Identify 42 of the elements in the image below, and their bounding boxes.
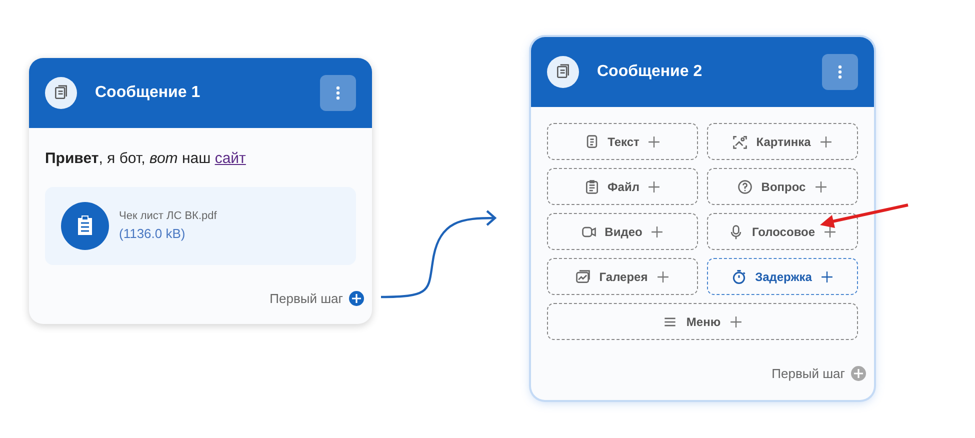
plus-icon <box>647 134 662 148</box>
more-button[interactable] <box>320 75 356 111</box>
plus-icon <box>818 134 833 148</box>
document-icon <box>555 64 571 80</box>
clipboard-icon <box>584 178 600 194</box>
document-icon <box>53 85 69 101</box>
plus-icon <box>647 180 662 194</box>
gallery-icon <box>575 268 592 284</box>
add-text-button[interactable]: Текст <box>547 123 698 160</box>
plus-icon <box>823 224 838 238</box>
stopwatch-icon <box>731 268 748 284</box>
plus-icon <box>650 224 664 238</box>
question-icon <box>737 178 754 194</box>
add-delay-button[interactable]: Задержка <box>707 258 858 295</box>
more-icon <box>838 65 842 79</box>
image-icon <box>732 134 748 150</box>
more-button[interactable] <box>822 54 858 90</box>
port-label: Первый шаг <box>270 290 343 308</box>
file-name: Чек лист ЛС ВК.pdf <box>119 208 217 224</box>
message-text: Привет, я бот, вот наш сайт <box>45 149 247 169</box>
node-title: Сообщение 1 <box>95 83 202 103</box>
add-gallery-button[interactable]: Галерея <box>547 258 698 295</box>
port-add-button[interactable] <box>349 290 364 306</box>
plus-icon <box>820 270 834 284</box>
add-voice-button[interactable]: Голосовое <box>707 213 858 250</box>
add-question-button[interactable]: Вопрос <box>707 168 858 205</box>
node-card[interactable]: Сообщение 1 Привет, я бот, вот наш сайт Чек лист ЛС ВК.pdf (1136.0 kB) Первый шаг <box>29 58 372 324</box>
port-add-button[interactable] <box>851 366 866 382</box>
node-card[interactable]: Сообщение 2 Текст Картинка Файл Вопрос Видео Голосовое Галерея Задержка Меню Первый шаг <box>531 37 874 400</box>
plus-icon <box>656 270 670 284</box>
plus-icon <box>814 180 828 194</box>
add-menu-button[interactable]: Меню <box>547 303 858 340</box>
file-size: (1136.0 kB) <box>119 225 186 243</box>
add-image-button[interactable]: Картинка <box>707 123 858 160</box>
file-icon <box>61 202 109 250</box>
site-link[interactable]: сайт <box>214 150 246 167</box>
add-file-button[interactable]: Файл <box>547 168 698 205</box>
add-video-button[interactable]: Видео <box>547 213 698 250</box>
plus-icon <box>728 314 743 328</box>
more-icon <box>336 86 340 100</box>
port-label: Первый шаг <box>772 365 845 383</box>
node-title: Сообщение 2 <box>597 62 704 82</box>
